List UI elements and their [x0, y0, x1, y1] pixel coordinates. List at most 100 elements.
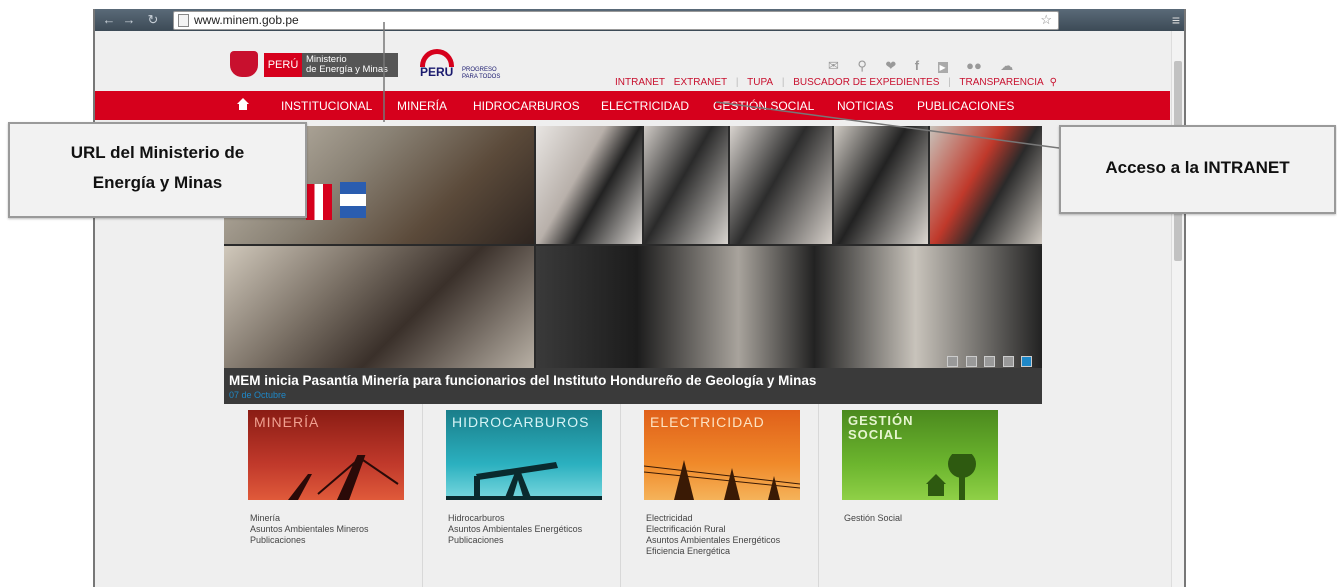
facebook-icon[interactable]: f — [915, 58, 919, 73]
slide-dot[interactable] — [965, 356, 977, 367]
callout-intranet: Acceso a la INTRANET — [1059, 125, 1336, 214]
twitter-icon[interactable]: ❤ — [885, 58, 896, 74]
link-item[interactable]: Asuntos Ambientales Energéticos — [448, 524, 582, 535]
community-tree-icon — [926, 454, 976, 500]
ministry-logo[interactable]: Ministerio de Energía y Minas — [302, 53, 398, 77]
link-item[interactable]: Asuntos Ambientales Energéticos — [646, 535, 780, 546]
flickr-icon[interactable]: ●● — [966, 58, 982, 73]
banner-title-line1: GESTIÓN — [848, 413, 914, 428]
slider-caption: MEM inicia Pasantía Minería para funcion… — [224, 368, 1042, 404]
link-item[interactable]: Publicaciones — [448, 535, 582, 546]
nav-gestion-social[interactable]: GESTIÓN SOCIAL — [713, 99, 814, 113]
callout-url-line2: Energía y Minas — [92, 173, 223, 192]
banner-electricidad[interactable]: ELECTRICIDAD — [644, 410, 800, 500]
banner-title-line2: SOCIAL — [848, 427, 904, 442]
main-navigation: INSTITUCIONAL MINERÍA HIDROCARBUROS ELEC… — [95, 91, 1170, 120]
search-icon[interactable]: ⚲ — [857, 58, 867, 74]
youtube-icon[interactable]: ▶ — [937, 62, 948, 73]
nav-noticias[interactable]: NOTICIAS — [837, 99, 894, 113]
slider-photo — [834, 126, 928, 244]
news-title[interactable]: MEM inicia Pasantía Minería para funcion… — [229, 373, 816, 388]
mail-icon[interactable]: ✉ — [828, 58, 839, 74]
link-tupa[interactable]: TUPA — [747, 77, 773, 88]
slider-photo — [930, 126, 1042, 244]
section-links: Gestión Social — [844, 513, 902, 524]
section-links: Minería Asuntos Ambientales Mineros Publ… — [250, 513, 369, 546]
callout-intranet-text: Acceso a la INTRANET — [1105, 158, 1290, 177]
link-intranet[interactable]: INTRANET — [615, 77, 665, 88]
slide-dot[interactable] — [947, 356, 959, 367]
banner-title: GESTIÓN SOCIAL — [848, 414, 914, 442]
link-item[interactable]: Electrificación Rural — [646, 524, 780, 535]
banner-title: HIDROCARBUROS — [452, 414, 590, 430]
callout-url-line1: URL del Ministerio de — [70, 143, 245, 162]
star-icon[interactable]: ☆ — [1040, 12, 1052, 28]
back-icon[interactable]: ← — [101, 12, 117, 28]
nav-hidrocarburos[interactable]: HIDROCARBUROS — [473, 99, 580, 113]
banner-mineria[interactable]: MINERÍA — [248, 410, 404, 500]
peru-logo[interactable]: PERÚ — [264, 53, 302, 77]
marca-word: PERU — [420, 65, 454, 79]
sector-sections: MINERÍA Minería Asuntos Ambientales Mine… — [224, 404, 1042, 587]
web-page: PERÚ Ministerio de Energía y Minas PERU … — [95, 31, 1170, 587]
slider-photo — [224, 246, 534, 368]
nav-publicaciones[interactable]: PUBLICACIONES — [917, 99, 1014, 113]
callout-url: URL del Ministerio de Energía y Minas — [8, 122, 307, 218]
url-text[interactable]: www.minem.gob.pe — [194, 13, 299, 27]
news-slider[interactable]: MEM inicia Pasantía Minería para funcion… — [224, 126, 1042, 404]
slider-photo — [730, 126, 832, 244]
top-links: INTRANET EXTRANET | TUPA | BUSCADOR DE E… — [615, 77, 1063, 88]
cloud-icon[interactable]: ☁ — [1000, 58, 1013, 74]
separator: | — [735, 77, 739, 88]
link-item[interactable]: Hidrocarburos — [448, 513, 582, 524]
link-item[interactable]: Asuntos Ambientales Mineros — [250, 524, 369, 535]
banner-hidrocarburos[interactable]: HIDROCARBUROS — [446, 410, 602, 500]
link-item[interactable]: Electricidad — [646, 513, 780, 524]
link-item[interactable]: Minería — [250, 513, 369, 524]
section-electricidad: ELECTRICIDAD Electricidad Electrificació… — [620, 404, 819, 587]
section-links: Hidrocarburos Asuntos Ambientales Energé… — [448, 513, 582, 546]
coat-of-arms-icon — [230, 51, 258, 77]
nav-electricidad[interactable]: ELECTRICIDAD — [601, 99, 689, 113]
section-hidrocarburos: HIDROCARBUROS Hidrocarburos Asuntos Ambi… — [422, 404, 621, 587]
slider-photo — [536, 246, 1042, 368]
slider-photo — [644, 126, 728, 244]
link-buscador[interactable]: BUSCADOR DE EXPEDIENTES — [793, 77, 939, 88]
ministry-line2: de Energía y Minas — [306, 64, 388, 75]
mining-crane-icon — [288, 455, 399, 500]
section-mineria: MINERÍA Minería Asuntos Ambientales Mine… — [224, 404, 423, 587]
separator: | — [948, 77, 951, 88]
menu-icon[interactable]: ≡ — [1172, 12, 1180, 28]
marca-slogan: PROGRESO PARA TODOS — [462, 67, 501, 80]
reload-icon[interactable]: ↻ — [145, 12, 161, 28]
link-extranet[interactable]: EXTRANET — [674, 77, 727, 88]
forward-icon[interactable]: → — [121, 12, 137, 28]
scrollbar[interactable] — [1171, 31, 1184, 587]
home-icon[interactable] — [237, 98, 249, 110]
link-item[interactable]: Gestión Social — [844, 513, 902, 524]
section-links: Electricidad Electrificación Rural Asunt… — [646, 513, 780, 557]
page-icon — [178, 14, 189, 27]
slide-dot[interactable] — [984, 356, 996, 367]
news-date: 07 de Octubre — [229, 390, 287, 400]
oil-pump-icon — [446, 462, 602, 500]
peru-flag-icon — [306, 184, 332, 220]
nav-mineria[interactable]: MINERÍA — [397, 99, 447, 113]
nav-institucional[interactable]: INSTITUCIONAL — [281, 99, 372, 113]
address-bar[interactable]: www.minem.gob.pe ☆ — [173, 11, 1059, 30]
marca-peru-logo: PERU PROGRESO PARA TODOS — [420, 49, 514, 80]
banner-gestion-social[interactable]: GESTIÓN SOCIAL — [842, 410, 998, 500]
link-item[interactable]: Publicaciones — [250, 535, 369, 546]
power-tower-icon — [644, 460, 800, 500]
honduras-flag-icon — [340, 182, 366, 218]
social-icons: ✉ ⚲ ❤ f ▶ ●● ☁ — [814, 57, 1044, 74]
slide-dot-active[interactable] — [1021, 356, 1032, 367]
link-transparencia[interactable]: TRANSPARENCIA — [959, 77, 1043, 88]
main-content: MEM inicia Pasantía Minería para funcion… — [224, 120, 1042, 587]
slider-photo — [536, 126, 642, 244]
slide-dot[interactable] — [1002, 356, 1014, 367]
magnifier-icon[interactable]: ⚲ — [1050, 77, 1057, 88]
banner-title: ELECTRICIDAD — [650, 414, 765, 430]
site-header: PERÚ Ministerio de Energía y Minas PERU … — [224, 31, 1057, 91]
link-item[interactable]: Eficiencia Energética — [646, 546, 780, 557]
